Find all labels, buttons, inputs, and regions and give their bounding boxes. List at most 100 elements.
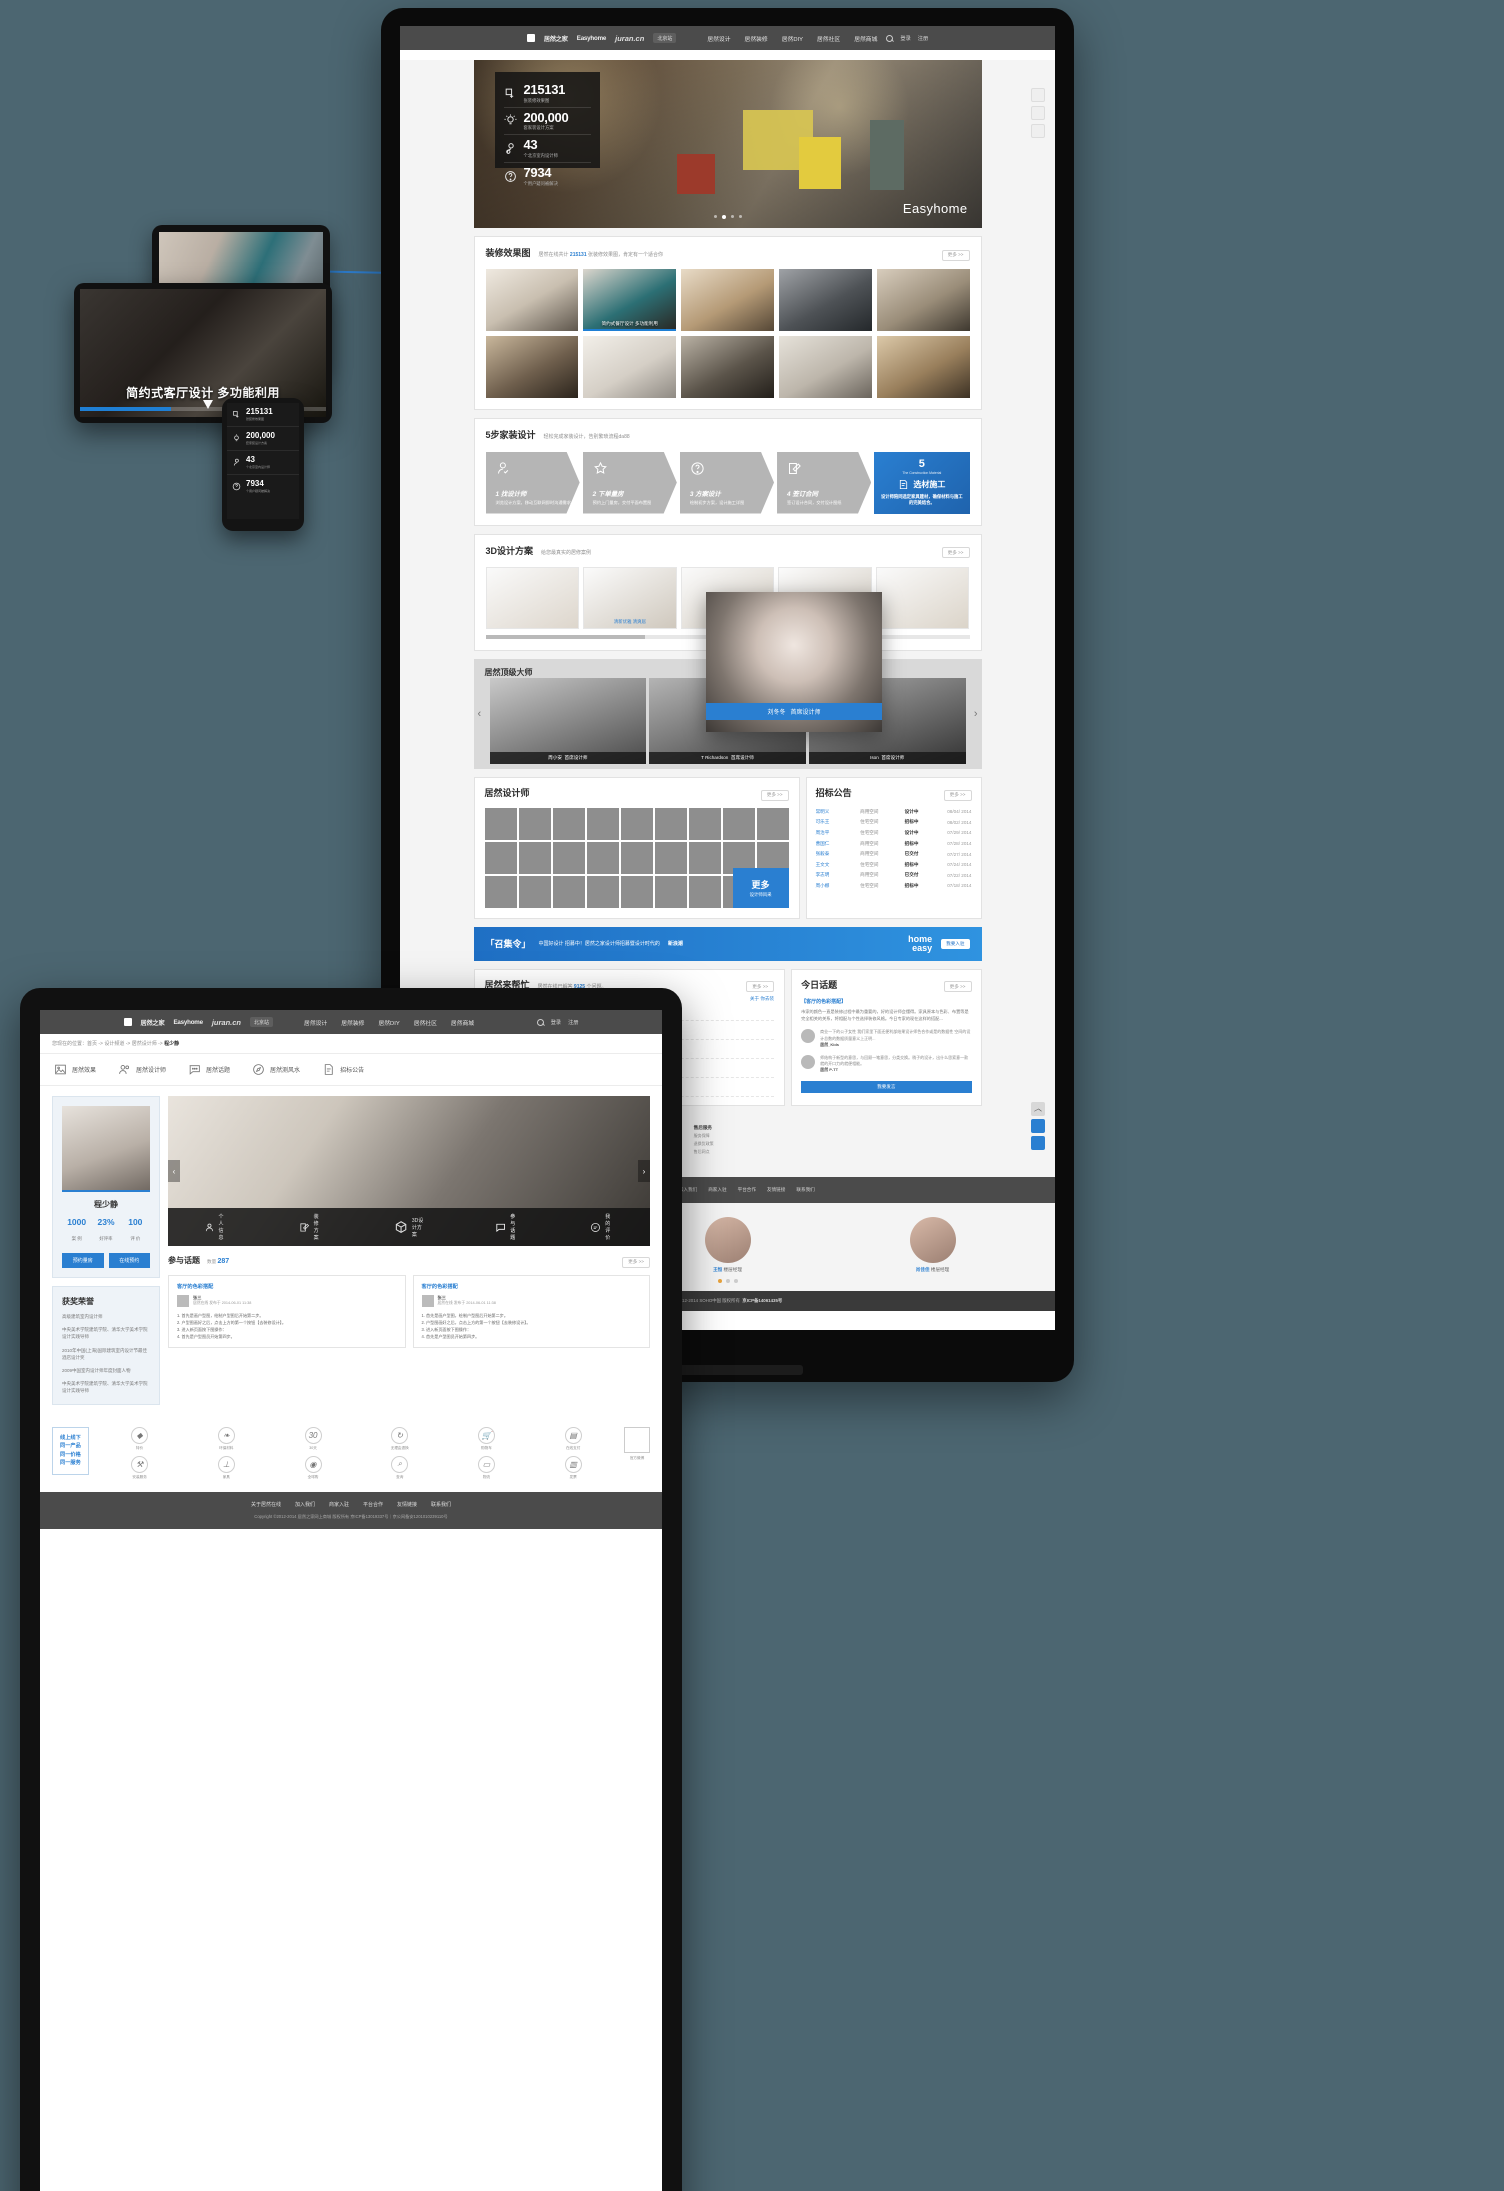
nav-item-2[interactable]: 居然DIY xyxy=(782,34,803,43)
avatar[interactable] xyxy=(620,807,653,840)
tab-fengshui[interactable]: 居然测风水 xyxy=(252,1063,300,1076)
bid-name[interactable]: 周治平 xyxy=(816,830,857,836)
register-link[interactable]: 注册 xyxy=(568,1019,578,1026)
tab-topics[interactable]: 居然话题 xyxy=(188,1063,230,1076)
avatar[interactable] xyxy=(688,807,721,840)
avatar[interactable] xyxy=(484,841,517,874)
progress-bar[interactable] xyxy=(80,407,172,411)
footer-link-5[interactable]: 联系我们 xyxy=(796,1187,814,1193)
back-to-top-stack[interactable]: ︿ xyxy=(1031,1102,1045,1150)
hero-dot-2[interactable] xyxy=(721,215,726,219)
master-card[interactable]: 周小安 首席设计师 xyxy=(489,678,647,764)
hero-banner[interactable]: 215131 张装修效果图 200,000 套家装设计方案 43 个北京室内设计… xyxy=(473,60,982,228)
footer-link-4[interactable]: 友情链接 xyxy=(397,1501,417,1508)
bids-more-button[interactable]: 更多 >> xyxy=(943,789,972,801)
nav-item-1[interactable]: 居然装修 xyxy=(745,34,768,43)
avatar[interactable] xyxy=(688,875,721,908)
avatar[interactable] xyxy=(620,875,653,908)
threed-more-button[interactable]: 更多 >> xyxy=(941,547,970,558)
search-icon[interactable] xyxy=(886,34,894,42)
wechat-icon[interactable] xyxy=(1031,1119,1045,1133)
avatar[interactable] xyxy=(722,807,755,840)
avatar[interactable] xyxy=(756,807,789,840)
bid-name[interactable]: 张毅泰 xyxy=(816,851,857,857)
table-row[interactable]: 张毅泰 商用空间 已交付 07/27/ 2014 xyxy=(816,849,972,860)
avatar[interactable] xyxy=(654,875,687,908)
online-booking-button[interactable]: 在线预约 xyxy=(108,1253,150,1268)
chevron-right-icon[interactable]: › xyxy=(638,1160,650,1182)
effect-thumb[interactable] xyxy=(485,335,579,398)
avatar[interactable] xyxy=(688,841,721,874)
avatar[interactable] xyxy=(586,841,619,874)
staff-dot-3[interactable] xyxy=(733,1279,738,1284)
portfolio-hero[interactable]: ‹ › 个人信息 装修方案 3D设计方案 参与话题 我的评价 xyxy=(168,1096,650,1246)
book-measure-button[interactable]: 预约量房 xyxy=(62,1253,104,1268)
bid-name[interactable]: 周小娜 xyxy=(816,883,857,889)
table-row[interactable]: 周治平 住宅空间 设计中 07/29/ 2014 xyxy=(816,828,972,839)
designers-more-box[interactable]: 更多 设计师风采 xyxy=(732,867,789,908)
topic-card[interactable]: 客厅的色彩搭配 张三 居然在线 发布于 2014-06-01 11:38 1. … xyxy=(168,1274,406,1349)
table-row[interactable]: 王文文 住宅空间 招标中 07/24/ 2014 xyxy=(816,859,972,870)
avatar[interactable] xyxy=(586,807,619,840)
qa-more-button[interactable]: 更多 >> xyxy=(746,981,775,993)
threed-plan[interactable] xyxy=(485,567,580,629)
topics-more-button[interactable]: 更多 >> xyxy=(622,1256,650,1268)
ad-banner[interactable]: 「召集令」 中国好设计 招募中！居然之家设计师招募暨设计时代的 新浪潮 home… xyxy=(473,926,982,961)
topics-more-button[interactable]: 更多 >> xyxy=(943,981,972,993)
effect-thumb[interactable] xyxy=(681,335,774,398)
search-icon[interactable] xyxy=(536,1018,544,1026)
staff-dot-1[interactable] xyxy=(717,1279,722,1284)
chevron-right-icon[interactable]: › xyxy=(974,708,978,720)
hero-tab-plans[interactable]: 装修方案 xyxy=(299,1213,323,1241)
avatar[interactable] xyxy=(654,841,687,874)
avatar[interactable] xyxy=(518,875,551,908)
topic-card-title[interactable]: 客厅的色彩搭配 xyxy=(422,1283,642,1290)
designer-video-overlay[interactable]: 刘冬冬 首席设计师 xyxy=(706,592,882,732)
effect-thumb-featured[interactable]: 简约式餐厅设计 多功能利用 xyxy=(583,268,677,331)
hero-carousel-dots[interactable] xyxy=(713,215,742,219)
footer-link-5[interactable]: 联系我们 xyxy=(431,1501,451,1508)
designers-more-button[interactable]: 更多 >> xyxy=(760,789,789,801)
topics-post-button[interactable]: 我要发言 xyxy=(801,1080,972,1093)
feedback-icon[interactable] xyxy=(1031,1136,1045,1150)
footer-link-3[interactable]: 平台合作 xyxy=(363,1501,383,1508)
login-link[interactable]: 登录 xyxy=(900,35,910,42)
register-link[interactable]: 注册 xyxy=(918,35,928,42)
effect-thumb[interactable] xyxy=(681,268,774,331)
login-link[interactable]: 登录 xyxy=(551,1019,561,1026)
bid-name[interactable]: 可乐王 xyxy=(816,819,857,825)
effects-more-button[interactable]: 更多 >> xyxy=(941,249,970,261)
footer-link-2[interactable]: 商家入驻 xyxy=(329,1501,349,1508)
table-row[interactable]: 曹国仁 商用空间 招标中 07/28/ 2014 xyxy=(816,838,972,849)
tab-bids[interactable]: 招标公告 xyxy=(322,1063,364,1076)
footer-link-2[interactable]: 商家入驻 xyxy=(708,1187,726,1193)
effect-thumb[interactable] xyxy=(778,268,872,331)
service-line[interactable]: 服务保障 xyxy=(694,1133,714,1139)
hero-dot-4[interactable] xyxy=(738,215,742,218)
tab-designers[interactable]: 居然设计师 xyxy=(118,1063,166,1076)
tab-effects[interactable]: 居然效果 xyxy=(54,1063,96,1076)
nav-item-3[interactable]: 居然社区 xyxy=(817,34,840,43)
threed-plan[interactable]: 清新优雅 清爽居 xyxy=(583,567,677,629)
chevron-up-icon[interactable]: ︿ xyxy=(1031,1102,1045,1116)
topic-card[interactable]: 客厅的色彩搭配 张三 居然在线 发布于 2014-06-01 11:38 1. … xyxy=(412,1274,650,1349)
avatar[interactable] xyxy=(552,841,585,874)
hero-tab-topics[interactable]: 参与话题 xyxy=(495,1213,519,1241)
hero-tab-profile[interactable]: 个人信息 xyxy=(204,1213,228,1241)
avatar[interactable] xyxy=(654,807,687,840)
avatar[interactable] xyxy=(586,875,619,908)
avatar[interactable] xyxy=(552,807,585,840)
floating-toolbar[interactable] xyxy=(1031,88,1045,138)
service-line[interactable]: 售后网点 xyxy=(694,1149,714,1155)
bid-name[interactable]: 王文文 xyxy=(816,862,857,868)
effect-thumb[interactable] xyxy=(876,268,970,331)
avatar[interactable] xyxy=(484,807,517,840)
table-row[interactable]: 周小娜 住宅空间 招标中 07/18/ 2014 xyxy=(816,881,972,892)
effect-thumb[interactable] xyxy=(876,335,970,398)
favorite-icon[interactable] xyxy=(1031,106,1045,120)
service-line[interactable]: 退换货政策 xyxy=(694,1141,714,1147)
topic-card-title[interactable]: 客厅的色彩搭配 xyxy=(177,1283,397,1290)
table-row[interactable]: 可乐王 住宅空间 招标中 08/02/ 2014 xyxy=(816,817,972,828)
staff-card[interactable]: 王恒 楼层经理 xyxy=(704,1217,751,1273)
footer-link-0[interactable]: 关于居然在线 xyxy=(251,1501,281,1508)
